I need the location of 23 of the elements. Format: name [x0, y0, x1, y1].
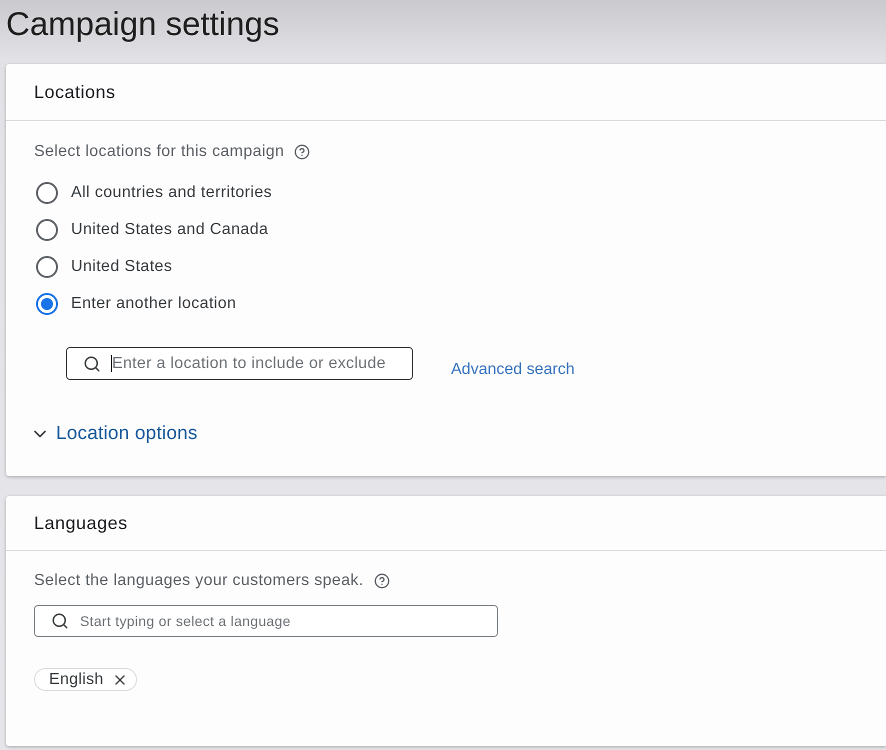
radio-label: All countries and territories	[71, 184, 272, 202]
card-title: Locations	[34, 82, 116, 102]
advanced-search-link[interactable]: Advanced search	[451, 360, 575, 378]
language-search-field[interactable]: Start typing or select a language	[34, 605, 498, 637]
languages-prompt: Select the languages your customers speak.	[34, 572, 364, 590]
location-options-toggle[interactable]: Location options	[30, 423, 198, 445]
search-icon	[51, 612, 69, 630]
card-title: Languages	[34, 512, 128, 534]
location-search-field[interactable]: Enter a location to include or exclude	[66, 347, 413, 380]
text-caret	[111, 355, 112, 372]
search-icon	[83, 354, 101, 372]
page-title: Campaign settings	[6, 4, 280, 44]
radio-button[interactable]	[36, 293, 58, 315]
radio-label: United States and Canada	[71, 221, 268, 239]
chip-label: English	[49, 670, 104, 688]
locations-prompt: Select locations for this campaign	[34, 143, 284, 161]
radio-button[interactable]	[36, 256, 58, 278]
help-icon[interactable]	[294, 144, 310, 160]
radio-label: Enter another location	[71, 295, 236, 313]
radio-button[interactable]	[36, 219, 58, 241]
radio-label: United States	[71, 258, 172, 276]
radio-button[interactable]	[36, 182, 58, 204]
help-icon[interactable]	[374, 573, 390, 589]
